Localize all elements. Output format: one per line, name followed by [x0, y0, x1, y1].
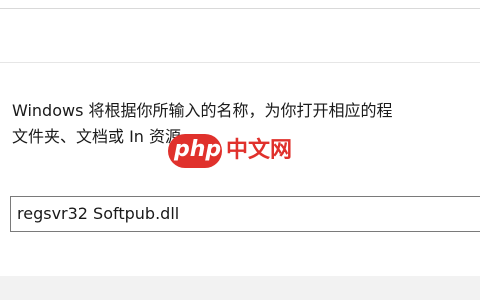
title-bar: [0, 0, 480, 63]
watermark-badge: php: [168, 134, 222, 168]
run-dialog: Windows 将根据你所输入的名称，为你打开相应的程 文件夹、文档或 In 资…: [0, 0, 480, 300]
description-line-1: Windows 将根据你所输入的名称，为你打开相应的程: [12, 101, 393, 120]
open-command-value: regsvr32 Softpub.dll: [17, 204, 180, 223]
watermark-php-text: php: [174, 137, 222, 162]
button-bar: [0, 276, 480, 300]
open-command-input[interactable]: regsvr32 Softpub.dll: [10, 196, 480, 232]
php-cn-watermark: php 中文网: [168, 134, 318, 168]
watermark-cn-text: 中文网: [226, 138, 293, 163]
title-bar-divider: [0, 8, 480, 9]
